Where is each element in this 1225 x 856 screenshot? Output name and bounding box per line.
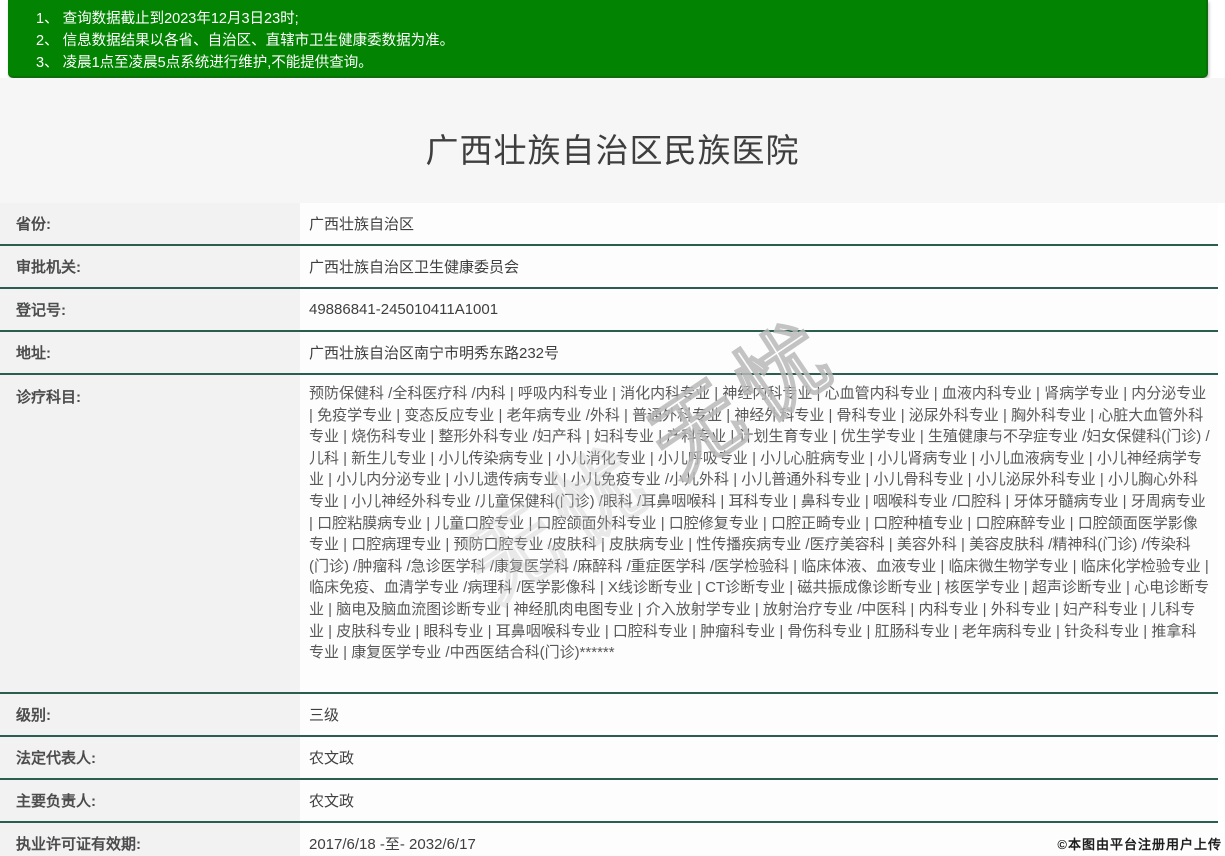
row-label: 执业许可证有效期: <box>0 823 300 856</box>
table-row: 地址: 广西壮族自治区南宁市明秀东路232号 <box>0 332 1218 375</box>
page: 1、 查询数据截止到2023年12月3日23时; 2、 信息数据结果以各省、自治… <box>0 0 1225 856</box>
table-row: 主要负责人: 农文政 <box>0 780 1218 823</box>
row-value: 预防保健科 /全科医疗科 /内科 | 呼吸内科专业 | 消化内科专业 | 神经内… <box>300 375 1218 692</box>
table-row: 登记号: 49886841-245010411A1001 <box>0 289 1218 332</box>
row-label: 诊疗科目: <box>0 375 300 692</box>
banner-line-2: 2、 信息数据结果以各省、自治区、直辖市卫生健康委数据为准。 <box>36 30 1206 52</box>
row-value: 农文政 <box>300 780 1218 821</box>
table-row: 审批机关: 广西壮族自治区卫生健康委员会 <box>0 246 1218 289</box>
row-label: 省份: <box>0 203 300 244</box>
table-row: 级别: 三级 <box>0 694 1218 737</box>
row-value: 三级 <box>300 694 1218 735</box>
row-value: 农文政 <box>300 737 1218 778</box>
row-value: 广西壮族自治区卫生健康委员会 <box>300 246 1218 287</box>
page-title: 广西壮族自治区民族医院 <box>0 78 1225 172</box>
row-value: 49886841-245010411A1001 <box>300 289 1218 330</box>
table-row: 执业许可证有效期: 2017/6/18 -至- 2032/6/17 <box>0 823 1218 856</box>
table-row: 法定代表人: 农文政 <box>0 737 1218 780</box>
row-label: 地址: <box>0 332 300 373</box>
row-value: 广西壮族自治区 <box>300 203 1218 244</box>
notice-banner: 1、 查询数据截止到2023年12月3日23时; 2、 信息数据结果以各省、自治… <box>8 0 1208 78</box>
info-table: 省份: 广西壮族自治区 审批机关: 广西壮族自治区卫生健康委员会 登记号: 49… <box>0 203 1218 856</box>
table-row: 诊疗科目: 预防保健科 /全科医疗科 /内科 | 呼吸内科专业 | 消化内科专业… <box>0 375 1218 694</box>
row-label: 审批机关: <box>0 246 300 287</box>
table-row: 省份: 广西壮族自治区 <box>0 203 1218 246</box>
banner-line-1: 1、 查询数据截止到2023年12月3日23时; <box>36 8 1206 30</box>
title-band: 广西壮族自治区民族医院 <box>0 78 1225 203</box>
row-label: 登记号: <box>0 289 300 330</box>
banner-line-3: 3、 凌晨1点至凌晨5点系统进行维护,不能提供查询。 <box>36 52 1206 74</box>
row-label: 主要负责人: <box>0 780 300 821</box>
row-label: 级别: <box>0 694 300 735</box>
row-value: 广西壮族自治区南宁市明秀东路232号 <box>300 332 1218 373</box>
upload-credit: ©本图由平台注册用户上传 <box>1057 834 1222 853</box>
row-label: 法定代表人: <box>0 737 300 778</box>
